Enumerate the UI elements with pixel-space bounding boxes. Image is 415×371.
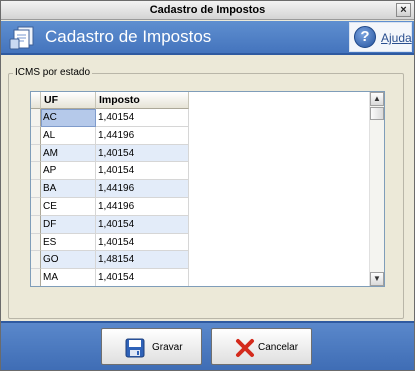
save-button[interactable]: Gravar (101, 328, 202, 365)
scroll-thumb[interactable] (370, 107, 384, 120)
footer-bar: Gravar Cancelar (1, 321, 414, 370)
cell-uf[interactable]: ES (41, 233, 96, 252)
vertical-scrollbar[interactable]: ▲ ▼ (369, 92, 384, 286)
grid-rows: AC 1,40154 AL 1,44196 AM 1,40154 AP 1,40… (31, 109, 371, 286)
cell-imposto[interactable]: 1,40154 (96, 269, 189, 286)
page-title: Cadastro de Impostos (45, 27, 212, 46)
cell-imposto[interactable]: 1,40154 (96, 215, 189, 234)
table-row[interactable]: CE 1,44196 (31, 197, 371, 216)
table-row[interactable]: BA 1,44196 (31, 180, 371, 198)
column-header-imposto[interactable]: Imposto (96, 92, 189, 109)
table-row[interactable]: AP 1,40154 (31, 162, 371, 181)
close-button[interactable]: × (396, 3, 411, 17)
cell-imposto[interactable]: 1,44196 (96, 126, 189, 145)
row-indicator (31, 251, 41, 270)
table-row[interactable]: DF 1,40154 (31, 215, 371, 234)
row-indicator (31, 144, 41, 163)
cell-imposto[interactable]: 1,44196 (96, 197, 189, 216)
close-icon: × (400, 4, 407, 16)
cell-uf[interactable]: BA (41, 180, 96, 198)
window-title: Cadastro de Impostos (149, 4, 266, 16)
group-label: ICMS por estado (13, 67, 93, 78)
cell-imposto[interactable]: 1,40154 (96, 162, 189, 181)
row-indicator (31, 180, 41, 198)
save-button-label: Gravar (152, 342, 183, 353)
cell-imposto[interactable]: 1,40154 (96, 109, 189, 127)
cell-imposto[interactable]: 1,44196 (96, 180, 189, 198)
table-row[interactable]: AC 1,40154 (31, 109, 371, 127)
scroll-down-button[interactable]: ▼ (370, 272, 384, 286)
row-indicator (31, 233, 41, 252)
cell-uf[interactable]: AL (41, 126, 96, 145)
column-header-uf[interactable]: UF (41, 92, 96, 109)
cell-uf[interactable]: MA (41, 269, 96, 286)
chevron-up-icon: ▲ (373, 94, 381, 103)
cancel-button-label: Cancelar (258, 342, 299, 353)
cell-uf[interactable]: GO (41, 251, 96, 270)
table-row[interactable]: GO 1,48154 (31, 251, 371, 270)
table-row[interactable]: ES 1,40154 (31, 233, 371, 252)
scroll-up-button[interactable]: ▲ (370, 92, 384, 106)
cell-imposto[interactable]: 1,40154 (96, 144, 189, 163)
cell-uf[interactable]: CE (41, 197, 96, 216)
header-banner: Cadastro de Impostos ? Ajuda (1, 21, 414, 55)
cell-uf[interactable]: AP (41, 162, 96, 181)
row-indicator (31, 126, 41, 145)
grid-header: UF Imposto (31, 92, 371, 109)
help-button[interactable]: ? Ajuda (349, 22, 412, 52)
title-bar: Cadastro de Impostos × (1, 1, 414, 20)
cell-uf[interactable]: AM (41, 144, 96, 163)
cell-uf[interactable]: DF (41, 215, 96, 234)
chevron-down-icon: ▼ (373, 274, 381, 283)
cell-imposto[interactable]: 1,40154 (96, 233, 189, 252)
row-indicator (31, 162, 41, 181)
cell-imposto[interactable]: 1,48154 (96, 251, 189, 270)
table-row[interactable]: MA 1,40154 (31, 269, 371, 286)
icms-grid[interactable]: UF Imposto AC 1,40154 AL 1,44196 AM 1,40… (30, 91, 385, 287)
cadastro-impostos-window: Cadastro de Impostos × Cadastro de Impos… (0, 0, 415, 371)
help-icon: ? (354, 26, 376, 48)
help-label: Ajuda (381, 31, 412, 45)
floppy-disk-icon (125, 338, 145, 358)
row-indicator (31, 215, 41, 234)
red-x-icon (236, 339, 254, 357)
row-indicator (31, 197, 41, 216)
row-indicator-header (31, 92, 41, 109)
documents-icon (9, 26, 34, 50)
table-row[interactable]: AM 1,40154 (31, 144, 371, 163)
row-indicator (31, 269, 41, 286)
row-indicator (31, 109, 41, 127)
table-row[interactable]: AL 1,44196 (31, 126, 371, 145)
cancel-button[interactable]: Cancelar (211, 328, 312, 365)
cell-uf[interactable]: AC (41, 109, 96, 127)
